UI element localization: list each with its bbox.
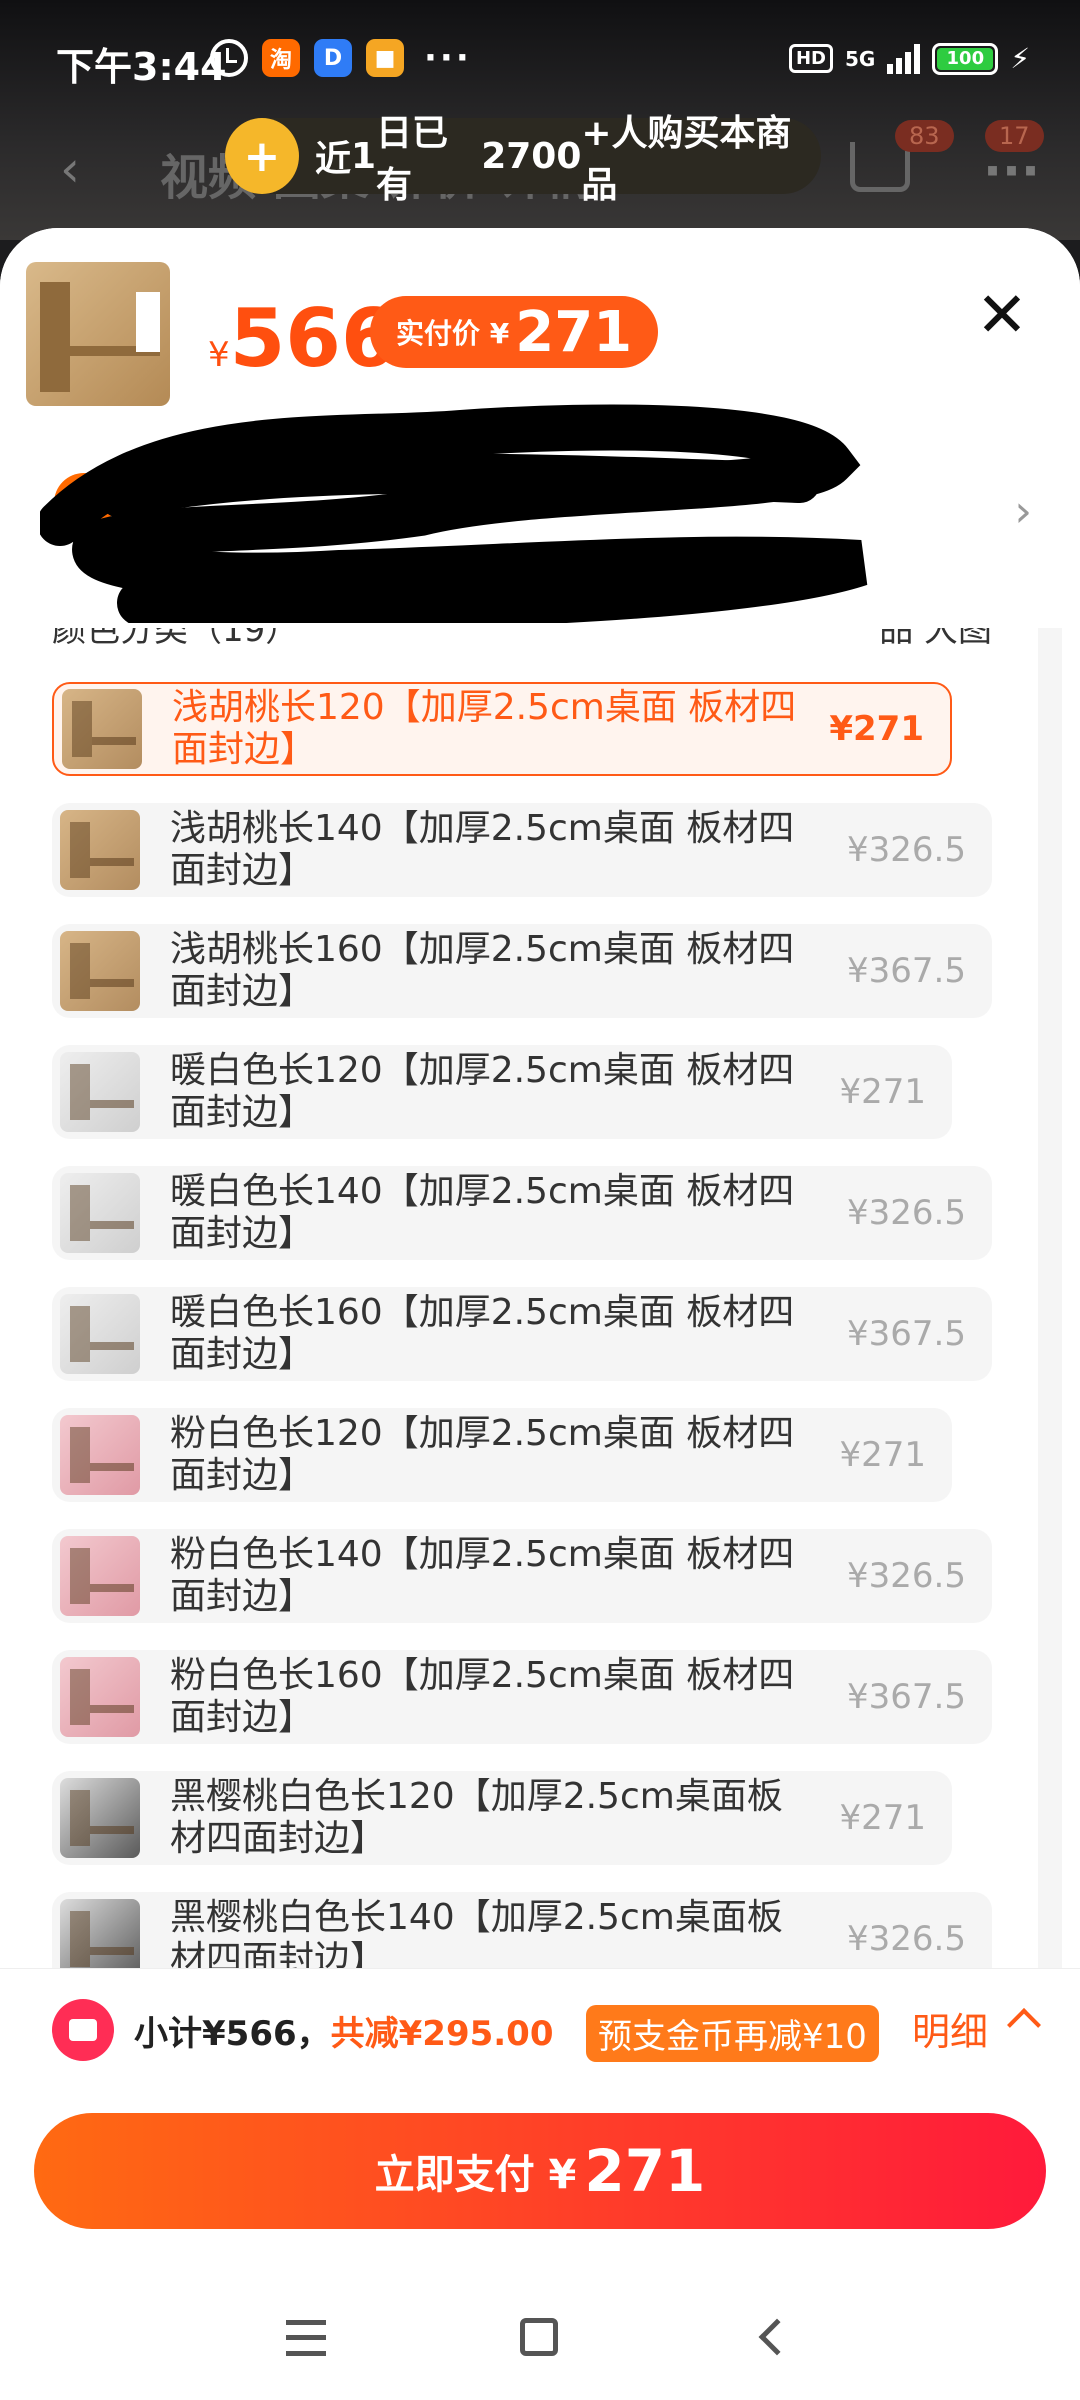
product-thumbnail[interactable]: [26, 262, 170, 406]
system-nav-bar: [0, 2290, 1080, 2400]
battery-icon: 100: [932, 42, 999, 75]
notes-icon: ■: [366, 39, 404, 77]
close-icon[interactable]: ✕: [976, 278, 1028, 351]
alarm-icon: [210, 39, 248, 77]
sku-price: ¥271: [839, 1435, 926, 1475]
shopping-bag-icon: +: [225, 118, 299, 194]
sku-label: 暖白色长120【加厚2.5cm桌面 板材四面封边】: [170, 1050, 795, 1133]
sku-label: 浅胡桃长140【加厚2.5cm桌面 板材四面封边】: [170, 808, 795, 891]
sku-thumbnail: [60, 1536, 140, 1616]
sku-list: 颜色分类（19） 品 大图 浅胡桃长120【加厚2.5cm桌面 板材四面封边】 ¥…: [18, 616, 1062, 1976]
charging-icon: ⚡: [1010, 42, 1030, 75]
sku-price: ¥367.5: [847, 1314, 966, 1354]
cart-badge: 83: [895, 120, 954, 152]
sku-price: ¥367.5: [847, 951, 966, 991]
sku-thumbnail: [60, 1294, 140, 1374]
pay-button-label: 立即支付 ¥: [374, 2152, 577, 2198]
sku-price: ¥326.5: [847, 1919, 966, 1959]
sku-price: ¥326.5: [847, 1556, 966, 1596]
sku-price: ¥271: [829, 709, 924, 749]
banner-text-post: +人购买本商品: [581, 113, 792, 206]
sku-option[interactable]: 浅胡桃长160【加厚2.5cm桌面 板材四面封边】 ¥367.5: [52, 924, 992, 1018]
back-arrow-icon[interactable]: ‹: [60, 140, 80, 198]
redacted-address: [40, 404, 868, 623]
pay-button-amount: 271: [584, 2137, 706, 2205]
pay-now-button[interactable]: 立即支付 ¥ 271: [34, 2113, 1046, 2229]
sku-price: ¥367.5: [847, 1677, 966, 1717]
sku-label: 暖白色长160【加厚2.5cm桌面 板材四面封边】: [170, 1292, 795, 1375]
battery-level: 100: [937, 47, 994, 70]
sku-sheet: ¥ 566 实付价 ¥ 271 ✕ › 颜色分类（19） 品 大图 浅胡桃长12…: [0, 228, 1080, 2400]
home-icon[interactable]: [520, 2318, 558, 2356]
sku-option[interactable]: 暖白色长160【加厚2.5cm桌面 板材四面封边】 ¥367.5: [52, 1287, 992, 1381]
sku-option[interactable]: 浅胡桃长120【加厚2.5cm桌面 板材四面封边】 ¥271: [52, 682, 952, 776]
product-header: ¥ 566 实付价 ¥ 271 ✕ ›: [0, 228, 1080, 628]
chevron-up-icon[interactable]: [1007, 2008, 1041, 2042]
sku-thumbnail: [62, 689, 142, 769]
recent-apps-icon[interactable]: [286, 2320, 326, 2356]
more-notifications-icon: ···: [424, 38, 472, 78]
banner-days: 1: [350, 135, 377, 177]
banner-text-mid: 日已有: [376, 113, 449, 206]
sku-label: 黑樱桃白色长120【加厚2.5cm桌面板材四面封边】: [170, 1776, 783, 1859]
sku-thumbnail: [60, 1415, 140, 1495]
discount-text: 共减¥295.00: [330, 2013, 554, 2054]
signal-icon: [887, 43, 921, 74]
actual-price-value: 271: [515, 299, 633, 365]
cart-icon[interactable]: [850, 142, 910, 192]
price-currency: ¥: [208, 335, 230, 375]
sku-thumbnail: [60, 1899, 140, 1976]
purchase-banner: + 近 1 日已有 2700 +人购买本商品: [225, 113, 821, 206]
banner-text: 近: [314, 139, 351, 180]
sku-price: ¥326.5: [847, 830, 966, 870]
sku-label: 浅胡桃长120【加厚2.5cm桌面 板材四面封边】: [172, 687, 797, 770]
status-bar: 下午3:44 淘 D ■ ··· HD 5G 100 ⚡: [0, 0, 1080, 125]
sku-option[interactable]: 暖白色长120【加厚2.5cm桌面 板材四面封边】 ¥271: [52, 1045, 952, 1139]
sku-thumbnail: [60, 931, 140, 1011]
sku-thumbnail: [60, 1052, 140, 1132]
status-icons: 淘 D ■ ···: [210, 38, 472, 78]
sku-option[interactable]: 黑樱桃白色长140【加厚2.5cm桌面板材四面封边】 ¥326.5: [52, 1892, 992, 1976]
actual-price-label: 实付价 ¥: [396, 317, 510, 350]
sku-label: 暖白色长140【加厚2.5cm桌面 板材四面封边】: [170, 1171, 795, 1254]
network-label: 5G: [844, 46, 876, 71]
sku-option[interactable]: 暖白色长140【加厚2.5cm桌面 板材四面封边】 ¥326.5: [52, 1166, 992, 1260]
sku-option[interactable]: 浅胡桃长140【加厚2.5cm桌面 板材四面封边】 ¥326.5: [52, 803, 992, 897]
subtotal-row: 小计¥566， 共减¥295.00: [52, 1999, 554, 2061]
dingtalk-icon: D: [314, 39, 352, 77]
taobao-icon: 淘: [262, 39, 300, 77]
sku-option[interactable]: 粉白色长160【加厚2.5cm桌面 板材四面封边】 ¥367.5: [52, 1650, 992, 1744]
sku-option[interactable]: 黑樱桃白色长120【加厚2.5cm桌面板材四面封边】 ¥271: [52, 1771, 952, 1865]
detail-link[interactable]: 明细: [912, 2001, 988, 2056]
sku-list-inner: 颜色分类（19） 品 大图 浅胡桃长120【加厚2.5cm桌面 板材四面封边】 ¥…: [18, 616, 1038, 1976]
sku-option[interactable]: 粉白色长140【加厚2.5cm桌面 板材四面封边】 ¥326.5: [52, 1529, 992, 1623]
system-status: HD 5G 100 ⚡: [788, 42, 1030, 75]
sku-thumbnail: [60, 1657, 140, 1737]
coupon-icon: [52, 1999, 114, 2061]
banner-count: 2700: [481, 135, 582, 177]
status-time: 下午3:44: [56, 45, 227, 89]
sku-price: ¥271: [839, 1798, 926, 1838]
system-back-icon[interactable]: [758, 2318, 796, 2356]
actual-price-badge: 实付价 ¥ 271: [370, 296, 659, 368]
sku-label: 黑樱桃白色长140【加厚2.5cm桌面板材四面封边】: [170, 1897, 783, 1976]
chevron-right-icon[interactable]: ›: [1014, 486, 1032, 537]
sku-label: 粉白色长120【加厚2.5cm桌面 板材四面封边】: [170, 1413, 795, 1496]
sku-label: 粉白色长160【加厚2.5cm桌面 板材四面封边】: [170, 1655, 795, 1738]
sku-thumbnail: [60, 810, 140, 890]
original-price: ¥ 566: [208, 292, 397, 385]
sku-label: 浅胡桃长160【加厚2.5cm桌面 板材四面封边】: [170, 929, 795, 1012]
sku-option[interactable]: 粉白色长120【加厚2.5cm桌面 板材四面封边】 ¥271: [52, 1408, 952, 1502]
hd-icon: HD: [788, 44, 833, 73]
sku-thumbnail: [60, 1173, 140, 1253]
sku-price: ¥326.5: [847, 1193, 966, 1233]
subtotal-text: 小计¥566，: [134, 2013, 331, 2054]
sku-label: 粉白色长140【加厚2.5cm桌面 板材四面封边】: [170, 1534, 795, 1617]
sku-thumbnail: [60, 1778, 140, 1858]
sku-price: ¥271: [839, 1072, 926, 1112]
more-badge: 17: [985, 120, 1044, 152]
coin-discount-badge: 预支金币再减¥10: [586, 2005, 879, 2062]
